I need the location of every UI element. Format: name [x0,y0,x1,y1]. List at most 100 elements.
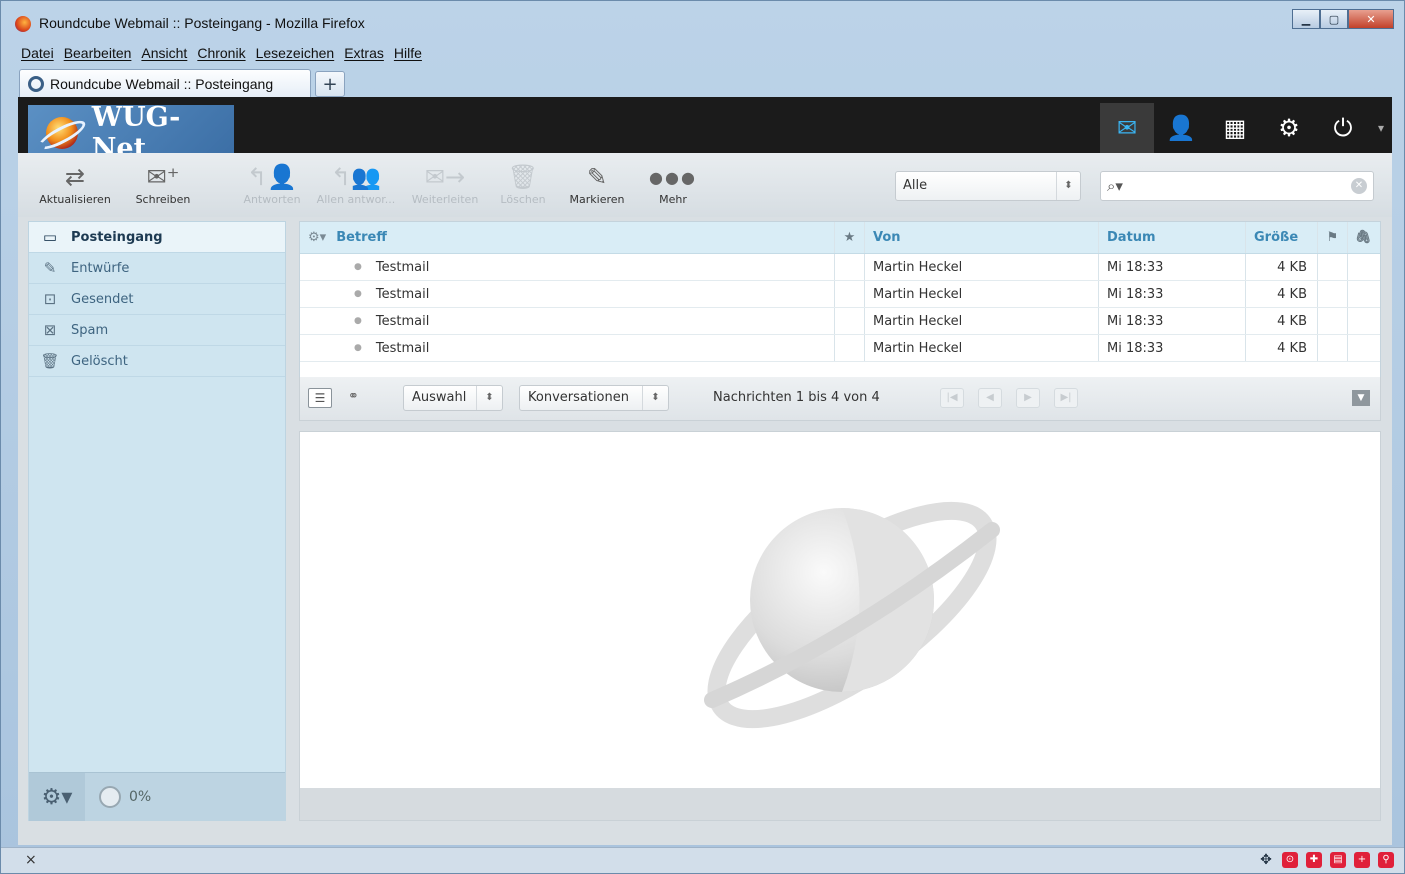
mark-button[interactable]: ✎ Markieren [562,161,632,206]
preview-toggle-button[interactable]: ▼ [1352,390,1370,406]
column-date[interactable]: Datum [1099,222,1246,253]
reply-all-label: Allen antwor... [316,193,396,206]
message-preview-pane [299,431,1381,821]
minimize-icon: ▁ [1301,12,1311,26]
reply-all-button[interactable]: ↰👥 Allen antwor... [312,161,400,206]
folder-sent[interactable]: ⊡ Gesendet [29,284,285,315]
delete-button[interactable]: 🗑 Löschen [494,161,552,206]
clear-search-icon[interactable]: ✕ [1351,178,1367,194]
reply-icon: ↰👤 [247,163,297,191]
table-row[interactable]: ● Testmail Martin Heckel Mi 18:33 4 KB [300,308,1380,335]
thread-dot-icon: ● [354,289,362,299]
search-box[interactable]: ⌕▾ ✕ [1100,171,1374,201]
updown-arrow-icon: ⬍ [476,386,502,410]
nav-mail-button[interactable]: ✉ [1100,103,1154,153]
top-navigation: ✉ 👤 ▦ ⚙ ⏻ ▾ [1100,103,1392,153]
planet-watermark-icon [704,501,1000,729]
new-tab-button[interactable]: + [315,71,345,97]
table-row[interactable]: ● Testmail Martin Heckel Mi 18:33 4 KB [300,254,1380,281]
nav-calendar-button[interactable]: ▦ [1208,103,1262,153]
selection-value: Auswahl [412,390,467,405]
menu-datei[interactable]: Datei [21,45,54,65]
menu-ansicht[interactable]: Ansicht [141,45,187,65]
table-row[interactable]: ● Testmail Martin Heckel Mi 18:33 4 KB [300,335,1380,362]
folder-list: ▭ Posteingang ✎ Entwürfe ⊡ Gesendet ⊠ Sp… [28,221,286,821]
last-page-button[interactable]: ▶| [1054,388,1078,408]
column-attachment[interactable]: 🖇 [1348,222,1378,253]
threads-select[interactable]: Konversationen ⬍ [519,385,669,411]
forward-button[interactable]: ✉→ Weiterleiten [406,161,484,206]
selection-select[interactable]: Auswahl ⬍ [403,385,503,411]
reply-button[interactable]: ↰👤 Antworten [240,161,304,206]
addon-bar: ✥ ⊙ ✚ ▤ + ⚲ [1250,852,1394,868]
updown-arrow-icon: ⬍ [1056,172,1080,200]
folder-label: Spam [71,322,109,338]
menu-lesezeichen[interactable]: Lesezeichen [256,45,335,65]
addon-icon-3[interactable]: ▤ [1330,852,1346,868]
addon-icon-5[interactable]: ⚲ [1378,852,1394,868]
folder-actions-button[interactable]: ⚙▾ [29,773,85,821]
compose-button[interactable]: ✉⁺ Schreiben [128,161,198,206]
folder-label: Gesendet [71,291,134,307]
menu-hilfe[interactable]: Hilfe [394,45,422,65]
tab-roundcube[interactable]: Roundcube Webmail :: Posteingang [19,69,311,97]
more-dots-icon: ●●● [649,167,697,187]
folder-drafts[interactable]: ✎ Entwürfe [29,253,285,284]
message-from: Martin Heckel [873,286,963,302]
column-flag[interactable]: ★ [835,222,865,253]
filter-value: Alle [903,178,928,193]
message-subject: Testmail [375,340,430,356]
menu-bearbeiten[interactable]: Bearbeiten [64,45,132,65]
status-bar: × ✥ ⊙ ✚ ▤ + ⚲ [1,847,1404,873]
column-subject-label: Betreff [336,230,387,245]
tab-label: Roundcube Webmail :: Posteingang [50,75,274,92]
list-options-button[interactable]: ☰ [308,388,332,408]
table-row[interactable]: ● Testmail Martin Heckel Mi 18:33 4 KB [300,281,1380,308]
column-flagged[interactable]: ⚑ [1318,222,1348,253]
filter-select[interactable]: Alle ⬍ [895,171,1081,201]
preview-footer [300,788,1380,820]
addon-icon-4[interactable]: + [1354,852,1370,868]
first-page-button[interactable]: |◀ [940,388,964,408]
refresh-icon: ⇄ [64,163,86,191]
gear-icon: ⚙▾ [41,784,73,810]
addon-move-icon[interactable]: ✥ [1258,852,1274,868]
message-size: 4 KB [1277,313,1307,329]
nav-settings-button[interactable]: ⚙ [1262,103,1316,153]
close-button[interactable]: ✕ [1348,9,1394,29]
minimize-button[interactable]: ▁ [1292,9,1320,29]
message-date: Mi 18:33 [1107,259,1164,275]
nav-logout-button[interactable]: ⏻ [1316,103,1370,153]
next-page-button[interactable]: ▶ [1016,388,1040,408]
message-size: 4 KB [1277,286,1307,302]
close-findbar-icon[interactable]: × [25,852,37,868]
column-size[interactable]: Größe [1246,222,1318,253]
prev-page-button[interactable]: ◀ [978,388,1002,408]
message-size: 4 KB [1277,340,1307,356]
more-button[interactable]: ●●● Mehr [646,161,700,207]
nav-contacts-button[interactable]: 👤 [1154,103,1208,153]
sent-icon: ⊡ [43,290,57,308]
nav-more-button[interactable]: ▾ [1370,103,1392,153]
column-from[interactable]: Von [865,222,1099,253]
folder-spam[interactable]: ⊠ Spam [29,315,285,346]
menu-chronik[interactable]: Chronik [197,45,245,65]
menu-extras[interactable]: Extras [344,45,384,65]
trash-icon: 🗑 [40,352,60,370]
folder-inbox[interactable]: ▭ Posteingang [29,222,285,253]
contacts-icon: 👤 [1166,114,1196,142]
list-options-icon[interactable]: ⚙▾ [308,230,326,245]
folder-trash[interactable]: 🗑 Gelöscht [29,346,285,377]
refresh-button[interactable]: ⇄ Aktualisieren [32,161,118,206]
column-subject[interactable]: ⚙▾ Betreff [300,222,835,253]
pencil-icon: ✎ [43,259,57,277]
addon-icon-1[interactable]: ⊙ [1282,852,1298,868]
addon-icon-2[interactable]: ✚ [1306,852,1322,868]
threads-toggle-icon[interactable]: ⚭ [348,389,359,404]
maximize-button[interactable]: ▢ [1320,9,1348,29]
message-date: Mi 18:33 [1107,313,1164,329]
marker-icon: ✎ [586,163,608,191]
reply-label: Antworten [243,193,301,206]
star-icon: ★ [843,230,856,245]
thread-dot-icon: ● [354,343,362,353]
